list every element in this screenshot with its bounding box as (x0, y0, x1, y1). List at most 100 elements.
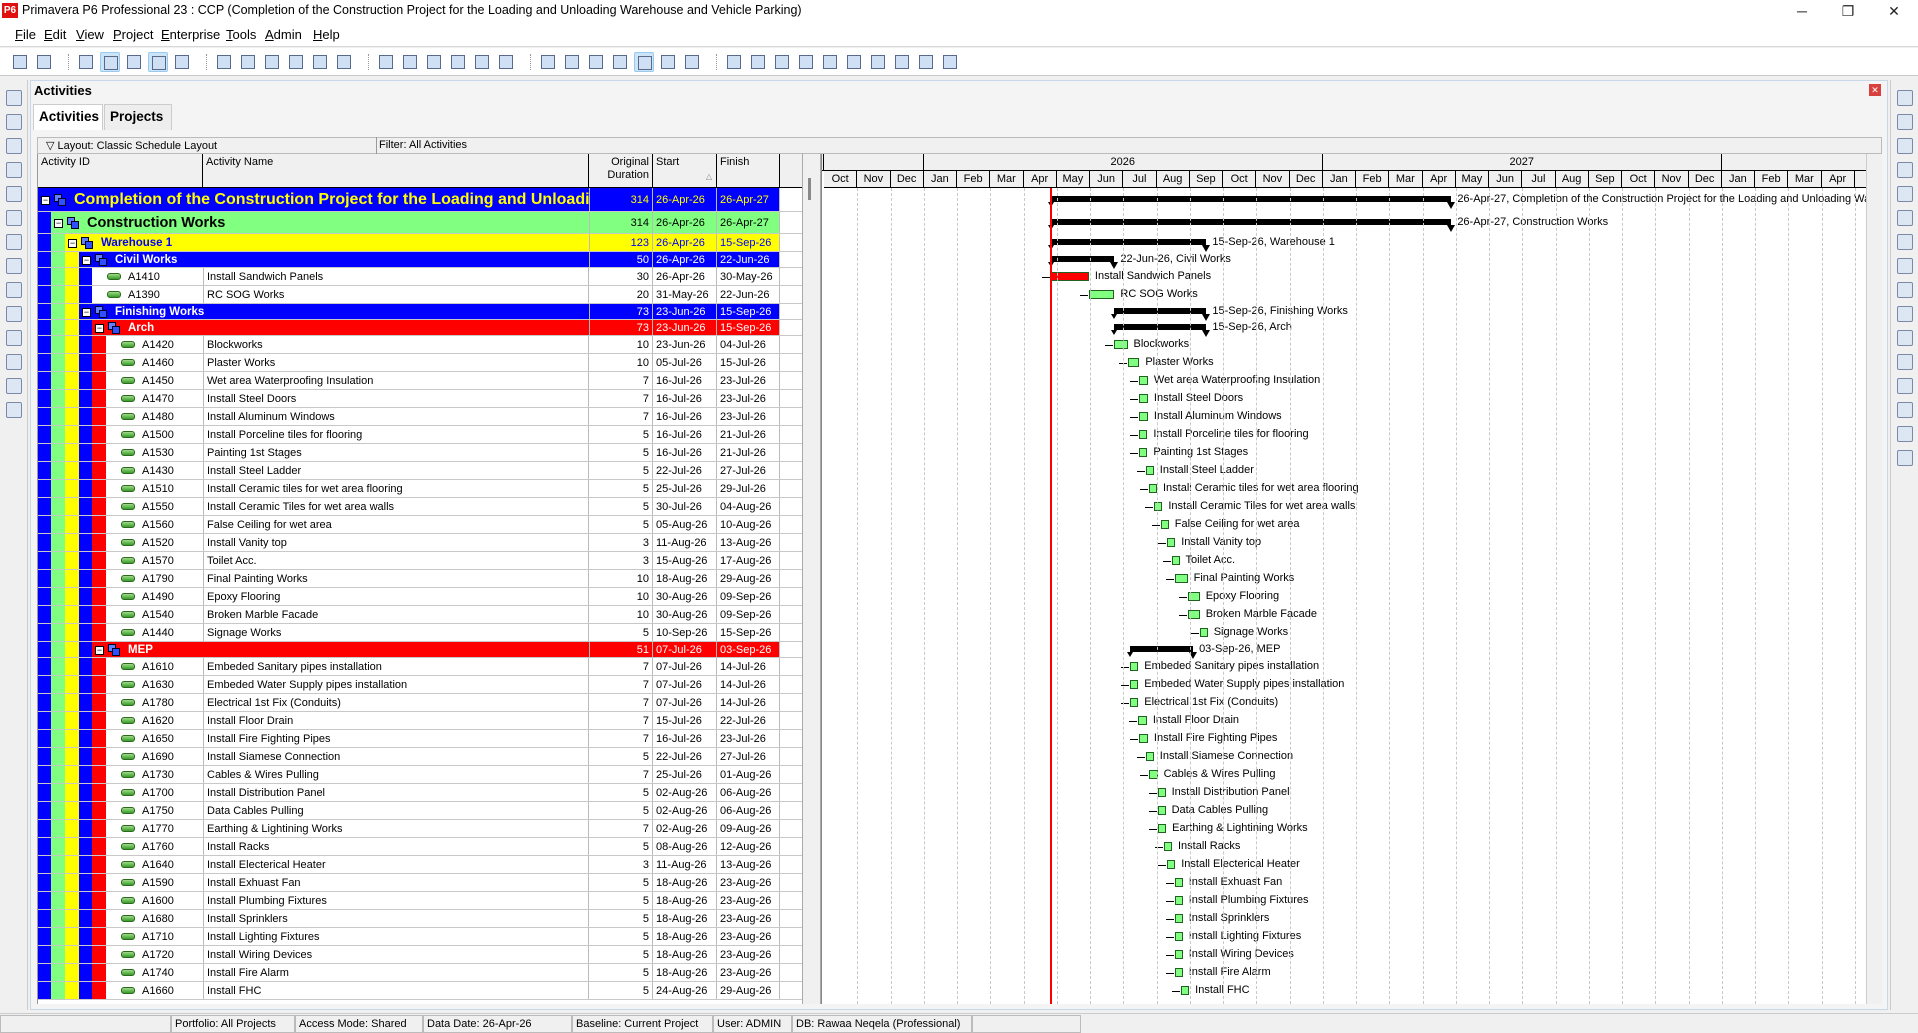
activity-bar[interactable] (1139, 448, 1148, 457)
activity-name[interactable]: Earthing & Lightining Works (203, 820, 589, 837)
summary-bar[interactable] (1051, 219, 1452, 225)
issues-icon[interactable] (6, 354, 22, 370)
activity-name[interactable]: Install Racks (203, 838, 589, 855)
activity-name[interactable]: Install Distribution Panel (203, 784, 589, 801)
collapse-toggle[interactable]: − (82, 307, 91, 317)
remove-assignment-icon[interactable] (1897, 258, 1913, 274)
activity-bar[interactable] (1127, 358, 1140, 367)
column-header-start[interactable]: Start △ (653, 154, 717, 188)
print-preview-icon[interactable] (34, 52, 54, 72)
table-row[interactable]: A1500 Install Porceline tiles for floorin… (38, 426, 802, 444)
broadcast-icon[interactable] (916, 52, 936, 72)
table-row[interactable]: A1430 Install Steel Ladder 5 22-Jul-26 27-Ju… (38, 462, 802, 480)
collapse-toggle[interactable]: − (82, 255, 91, 265)
table-row[interactable]: A1440 Signage Works 5 10-Sep-26 15-Sep-26 (38, 624, 802, 642)
collapse-toggle[interactable]: − (95, 645, 104, 655)
table-row[interactable]: A1630 Embeded Water Supply pipes installa… (38, 676, 802, 694)
open-icon[interactable] (6, 114, 22, 130)
table-row[interactable]: A1740 Install Fire Alarm 5 18-Aug-26 23-Aug-… (38, 964, 802, 982)
activity-bar[interactable] (1164, 842, 1172, 851)
assign-successor-icon[interactable] (1897, 306, 1913, 322)
activity-bar[interactable] (1129, 698, 1139, 707)
wbs-row[interactable]: − Finishing Works 73 23-Jun-26 15-Sep-26 (38, 304, 802, 320)
activity-bar[interactable] (1114, 340, 1128, 349)
table-row[interactable]: A1530 Painting 1st Stages 5 16-Jul-26 21-Jul… (38, 444, 802, 462)
activity-bar[interactable] (1174, 950, 1183, 959)
move-right-icon[interactable] (1897, 450, 1913, 466)
activity-bar[interactable] (1174, 574, 1188, 583)
summary-bar[interactable] (1051, 256, 1115, 262)
activity-bar[interactable] (1139, 412, 1148, 421)
collapse-toggle[interactable]: − (41, 195, 50, 205)
activity-name[interactable]: Install Floor Drain (203, 712, 589, 729)
assign-resource-icon[interactable] (1897, 210, 1913, 226)
activity-name[interactable]: Broken Marble Facade (203, 606, 589, 623)
table-row[interactable]: A1620 Install Floor Drain 7 15-Jul-26 22-Jul… (38, 712, 802, 730)
activity-bar[interactable] (1174, 932, 1183, 941)
table-row[interactable]: A1590 Install Exhuast Fan 5 18-Aug-26 23-Aug… (38, 874, 802, 892)
summary-bar[interactable] (1051, 196, 1452, 202)
activity-name[interactable]: Install Ceramic tiles for wet area floor… (203, 480, 589, 497)
splitter-grip[interactable] (808, 178, 811, 200)
table-row[interactable]: A1690 Install Siamese Connection 5 22-Jul-2… (38, 748, 802, 766)
activity-name[interactable]: Install Steel Ladder (203, 462, 589, 479)
activity-name[interactable]: Epoxy Flooring (203, 588, 589, 605)
wbs-icon[interactable] (6, 258, 22, 274)
menu-enterprise[interactable]: Enterprise (161, 27, 220, 42)
table-row[interactable]: A1720 Install Wiring Devices 5 18-Aug-26 23-… (38, 946, 802, 964)
activity-bar[interactable] (1139, 376, 1148, 385)
restore-button[interactable]: ❐ (1828, 1, 1868, 21)
pane-splitter[interactable] (802, 154, 821, 1004)
table-row[interactable]: A1560 False Ceiling for wet area 5 05-Aug-2… (38, 516, 802, 534)
column-header-original-duration[interactable]: Original Duration (589, 154, 653, 188)
add-step-icon[interactable] (1897, 330, 1913, 346)
wbs-row[interactable]: − Warehouse 1 123 26-Apr-26 15-Sep-26 (38, 234, 802, 252)
zoom-out-icon[interactable] (748, 52, 768, 72)
activity-bar[interactable] (1145, 466, 1154, 475)
table-row[interactable]: A1480 Install Aluminum Windows 7 16-Jul-26 2… (38, 408, 802, 426)
wbs-row[interactable]: − MEP 51 07-Jul-26 03-Sep-26 (38, 642, 802, 658)
close-window-button[interactable]: ✕ (1874, 1, 1914, 21)
activity-bar[interactable] (1139, 734, 1148, 743)
activity-bar[interactable] (1157, 806, 1166, 815)
new-icon[interactable] (6, 90, 22, 106)
activity-bar[interactable] (1181, 986, 1190, 995)
table-row[interactable]: A1390 RC SOG Works 20 31-May-26 22-Jun-26 (38, 286, 802, 304)
activity-name[interactable]: Install Fire Alarm (203, 964, 589, 981)
activity-bar[interactable] (1157, 824, 1167, 833)
gantt-vertical-scrollbar[interactable] (1866, 154, 1882, 1004)
activity-name[interactable]: Install Ceramic Tiles for wet area walls (203, 498, 589, 515)
summary-bar[interactable] (1114, 308, 1207, 314)
menu-help[interactable]: Help (313, 27, 340, 42)
activity-name[interactable]: False Ceiling for wet area (203, 516, 589, 533)
activity-name[interactable]: Install Lighting Fixtures (203, 928, 589, 945)
activity-name[interactable]: RC SOG Works (203, 286, 589, 303)
activity-table-icon[interactable] (76, 52, 96, 72)
hierarchy-icon[interactable] (172, 52, 192, 72)
table-row[interactable]: A1550 Install Ceramic Tiles for wet area … (38, 498, 802, 516)
activity-name[interactable]: Install Sprinklers (203, 910, 589, 927)
activity-bar[interactable] (1139, 394, 1148, 403)
activity-bar[interactable] (1174, 878, 1183, 887)
level-icon[interactable] (586, 52, 606, 72)
zoom-fit-icon[interactable] (772, 52, 792, 72)
layout-selector[interactable]: ▽ Layout: Classic Schedule Layout (46, 139, 217, 152)
activity-bar[interactable] (1174, 914, 1183, 923)
table-row[interactable]: A1750 Data Cables Pulling 5 02-Aug-26 06-Aug… (38, 802, 802, 820)
print-icon[interactable] (10, 52, 30, 72)
progress-spotlight-icon[interactable] (334, 52, 354, 72)
activity-bar[interactable] (1167, 860, 1176, 869)
activity-bar[interactable] (1145, 752, 1154, 761)
table-row[interactable]: A1680 Install Sprinklers 5 18-Aug-26 23-Aug-… (38, 910, 802, 928)
column-header-activity-id[interactable]: Activity ID (38, 154, 203, 188)
activity-name[interactable]: Plaster Works (203, 354, 589, 371)
schedule-icon[interactable] (562, 52, 582, 72)
notebook-icon[interactable] (1897, 354, 1913, 370)
tab-projects[interactable]: Projects (104, 104, 172, 130)
help-icon[interactable] (892, 52, 912, 72)
activity-name[interactable]: Toilet Acc. (203, 552, 589, 569)
resource-usage-icon[interactable] (262, 52, 282, 72)
table-row[interactable]: A1570 Toilet Acc. 3 15-Aug-26 17-Aug-26 (38, 552, 802, 570)
assign-role-icon[interactable] (1897, 234, 1913, 250)
activity-name[interactable]: Install Siamese Connection (203, 748, 589, 765)
